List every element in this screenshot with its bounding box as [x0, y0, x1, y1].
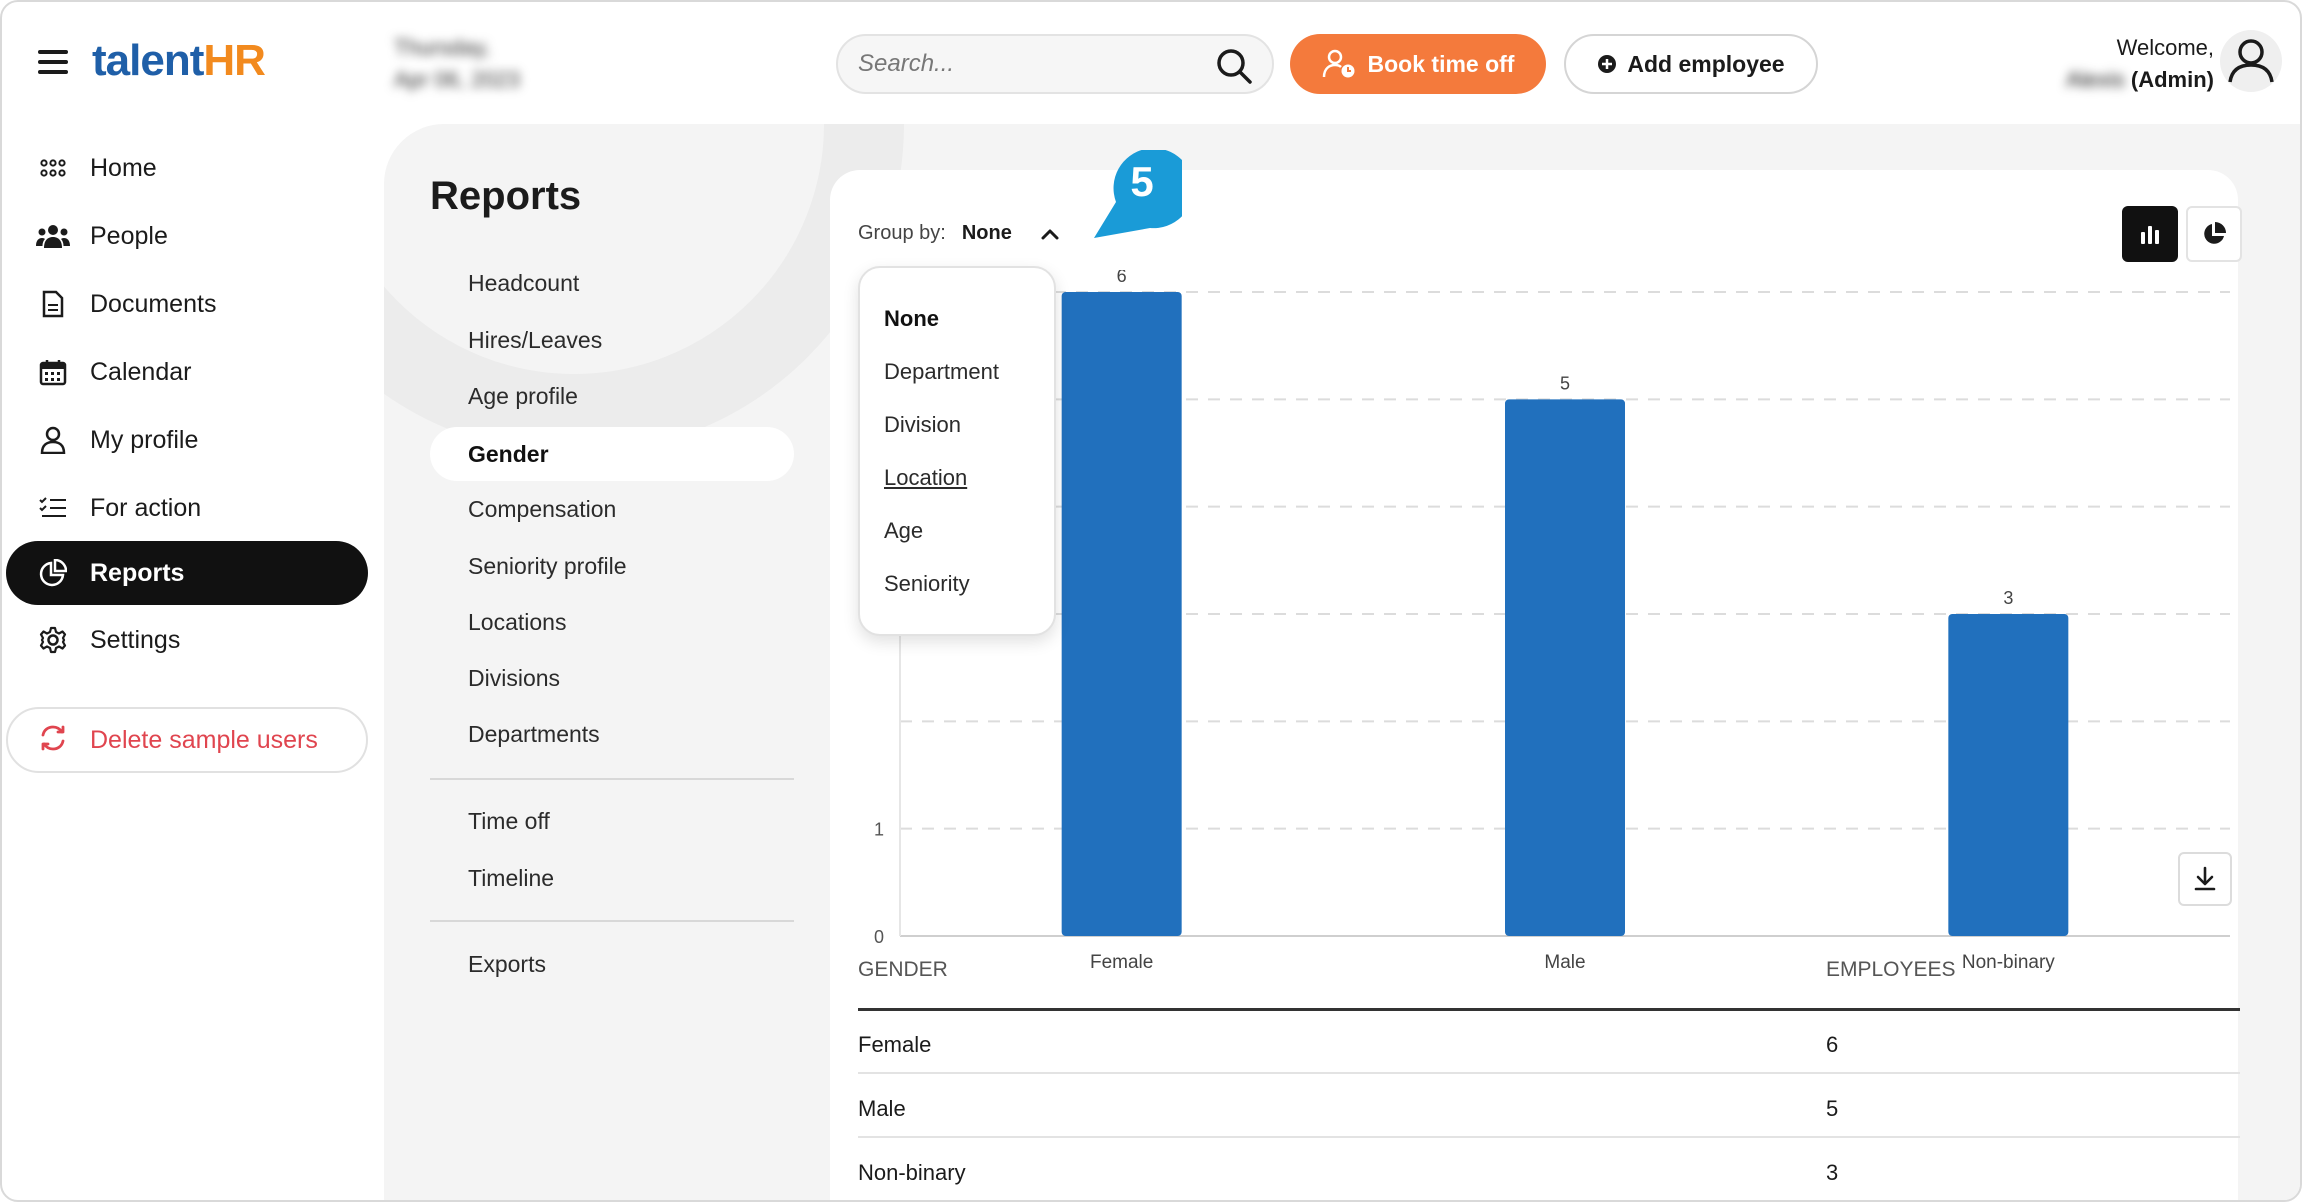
menu-icon[interactable] — [38, 50, 68, 74]
sidebar-item-home[interactable]: Home — [6, 136, 368, 200]
report-menu-age-profile[interactable]: Age profile — [430, 369, 794, 423]
report-menu-divisions[interactable]: Divisions — [430, 651, 794, 705]
column-header-gender[interactable]: GENDER — [858, 958, 948, 982]
bar-chart-toggle[interactable] — [2122, 206, 2178, 262]
sidebar-item-settings[interactable]: Settings — [6, 608, 368, 672]
plus-circle-icon — [1598, 55, 1617, 73]
bar-chart-icon — [2141, 226, 2159, 244]
y-tick-label: 1 — [874, 820, 884, 840]
dropdown-option-division[interactable]: Division — [884, 412, 961, 438]
sidebar-item-documents[interactable]: Documents — [6, 272, 368, 336]
sidebar-item-reports[interactable]: Reports — [6, 541, 368, 605]
y-tick-label: 0 — [874, 927, 884, 947]
app-window: talentHR Thursday, Apr 06, 2023 Book tim… — [0, 0, 2302, 1202]
avatar[interactable] — [2220, 30, 2282, 92]
search-box — [836, 34, 1274, 94]
download-button[interactable] — [2178, 852, 2232, 906]
search-icon[interactable] — [1214, 46, 1254, 86]
report-menu-compensation[interactable]: Compensation — [430, 482, 794, 536]
current-date: Thursday, Apr 06, 2023 — [394, 35, 520, 92]
bar-non-binary — [1948, 614, 2069, 936]
gear-icon — [36, 623, 70, 657]
welcome-text: Welcome, Alexis (Admin) — [2066, 35, 2214, 92]
user-avatar-icon — [2228, 39, 2274, 83]
report-menu-seniority-profile[interactable]: Seniority profile — [430, 539, 794, 593]
report-menu-locations[interactable]: Locations — [430, 595, 794, 649]
table-row: Non-binary 3 — [858, 1140, 2240, 1200]
top-bar: talentHR Thursday, Apr 06, 2023 Book tim… — [2, 2, 2300, 124]
delete-sample-users-button[interactable]: Delete sample users — [6, 707, 368, 773]
search-input[interactable] — [858, 36, 1198, 92]
menu-divider — [430, 778, 794, 780]
calendar-icon — [36, 355, 70, 389]
dropdown-option-age[interactable]: Age — [884, 518, 923, 544]
download-icon — [2194, 866, 2216, 891]
column-header-employees[interactable]: EMPLOYEES — [1826, 958, 1956, 982]
refresh-icon — [38, 723, 72, 757]
grid-icon — [36, 151, 70, 185]
add-employee-button[interactable]: Add employee — [1564, 34, 1818, 94]
table-row: Female 6 — [858, 1012, 2240, 1074]
menu-divider — [430, 920, 794, 922]
data-label: 6 — [1117, 270, 1127, 286]
document-icon — [36, 287, 70, 321]
group-by-dropdown: None Department Division Location Age Se… — [858, 266, 1056, 636]
report-card: Group by: None 0 1 6 Female 5 Male 3 Non-binary… — [830, 170, 2242, 1200]
dropdown-option-location[interactable]: Location — [884, 465, 967, 491]
report-menu-hires-leaves[interactable]: Hires/Leaves — [430, 313, 794, 367]
sidebar-item-for-action[interactable]: For action — [6, 476, 368, 540]
pie-chart-icon — [2204, 222, 2226, 244]
report-menu-headcount[interactable]: Headcount — [430, 256, 794, 310]
bar-male — [1505, 399, 1625, 936]
report-menu-departments[interactable]: Departments — [430, 707, 794, 761]
report-menu-gender[interactable]: Gender — [430, 427, 794, 481]
dropdown-option-none[interactable]: None — [884, 306, 939, 332]
table-header-divider — [858, 1008, 2240, 1011]
sidebar-item-my-profile[interactable]: My profile — [6, 408, 368, 472]
group-by-select[interactable]: Group by: None — [858, 222, 1060, 245]
bar-female — [1061, 292, 1182, 936]
table-row: Male 5 — [858, 1076, 2240, 1138]
report-menu-exports[interactable]: Exports — [430, 937, 794, 991]
user-icon — [36, 423, 70, 457]
table-header: GENDER EMPLOYEES — [858, 948, 2240, 998]
dropdown-option-department[interactable]: Department — [884, 359, 999, 385]
chevron-up-icon — [1041, 229, 1059, 239]
report-menu-timeline[interactable]: Timeline — [430, 851, 794, 905]
sidebar-item-people[interactable]: People — [6, 204, 368, 268]
book-time-off-button[interactable]: Book time off — [1290, 34, 1546, 94]
report-menu-time-off[interactable]: Time off — [430, 794, 794, 848]
checklist-icon — [36, 491, 70, 525]
step-number: 5 — [1130, 158, 1154, 205]
logo[interactable]: talentHR — [92, 36, 266, 86]
pie-chart-toggle[interactable] — [2186, 206, 2242, 262]
data-label: 3 — [2003, 588, 2013, 608]
dropdown-option-seniority[interactable]: Seniority — [884, 571, 970, 597]
people-icon — [36, 219, 70, 253]
person-clock-icon — [1322, 49, 1355, 78]
sidebar-item-calendar[interactable]: Calendar — [6, 340, 368, 404]
page-title: Reports — [430, 174, 582, 218]
data-label: 5 — [1560, 373, 1570, 393]
pie-chart-icon — [36, 556, 70, 590]
